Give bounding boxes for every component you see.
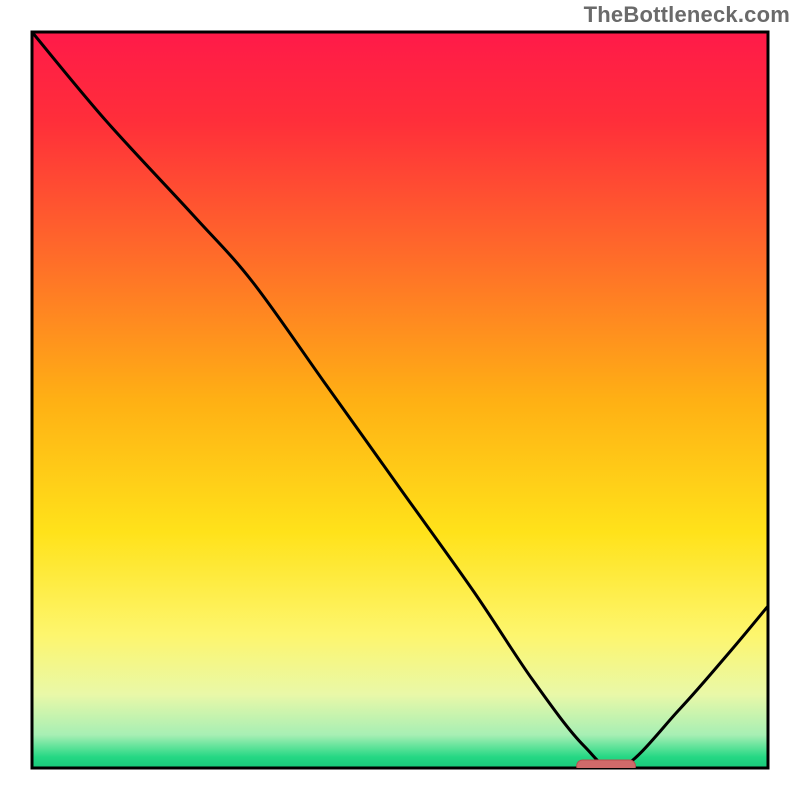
optimal-marker <box>577 760 636 772</box>
gradient-background <box>32 32 768 768</box>
watermark-text: TheBottleneck.com <box>584 2 790 28</box>
chart-container: TheBottleneck.com <box>0 0 800 800</box>
chart-svg <box>0 0 800 800</box>
